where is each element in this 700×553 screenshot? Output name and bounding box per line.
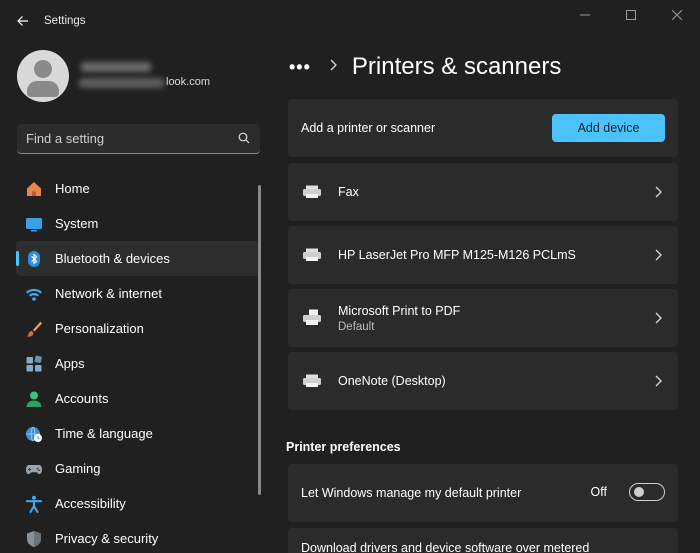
sidebar-item-time-language[interactable]: Time & language bbox=[16, 416, 260, 451]
sidebar-item-gaming[interactable]: Gaming bbox=[16, 451, 260, 486]
search-icon[interactable] bbox=[238, 132, 250, 144]
toggle-state-label: Off bbox=[590, 485, 607, 499]
avatar bbox=[17, 50, 69, 102]
sidebar-item-apps[interactable]: Apps bbox=[16, 346, 260, 381]
sidebar-nav: Home System Bluetooth & devices Network … bbox=[16, 171, 260, 553]
system-monitor-icon bbox=[25, 215, 43, 233]
paintbrush-icon bbox=[25, 320, 43, 338]
apps-icon bbox=[25, 355, 43, 373]
close-icon bbox=[672, 10, 682, 20]
user-profile[interactable]: look.com bbox=[17, 50, 211, 102]
wifi-icon bbox=[25, 285, 43, 303]
chevron-right-icon bbox=[651, 247, 665, 263]
sidebar-item-home[interactable]: Home bbox=[16, 171, 260, 206]
device-row-onenote[interactable]: OneNote (Desktop) bbox=[288, 352, 678, 410]
sidebar-item-privacy-security[interactable]: Privacy & security bbox=[16, 521, 260, 553]
default-printer-setting: Let Windows manage my default printer Of… bbox=[288, 464, 678, 522]
profile-email-suffix: look.com bbox=[166, 76, 211, 88]
back-arrow-icon bbox=[17, 16, 28, 26]
close-button[interactable] bbox=[654, 0, 700, 30]
device-row-microsoft-print-to-pdf[interactable]: Microsoft Print to PDF Default bbox=[288, 289, 678, 347]
add-printer-label: Add a printer or scanner bbox=[301, 121, 436, 135]
blurred-email bbox=[79, 78, 164, 88]
maximize-icon bbox=[626, 10, 636, 20]
person-icon bbox=[25, 390, 43, 408]
device-name: Microsoft Print to PDF bbox=[338, 303, 461, 318]
blurred-user-name bbox=[81, 62, 151, 72]
metered-download-setting[interactable]: Download drivers and device software ove… bbox=[288, 528, 678, 553]
printer-icon bbox=[302, 246, 322, 264]
device-name: HP LaserJet Pro MFP M125-M126 PCLmS bbox=[338, 248, 576, 262]
printer-icon bbox=[302, 183, 322, 201]
device-name: Fax bbox=[338, 185, 359, 199]
chevron-right-icon bbox=[329, 58, 338, 76]
minimize-icon bbox=[580, 14, 590, 16]
search-input[interactable] bbox=[17, 131, 227, 146]
metered-download-label: Download drivers and device software ove… bbox=[301, 541, 590, 553]
device-row-hp-laserjet[interactable]: HP LaserJet Pro MFP M125-M126 PCLmS bbox=[288, 226, 678, 284]
device-row-fax[interactable]: Fax bbox=[288, 163, 678, 221]
default-printer-badge: Default bbox=[338, 320, 375, 333]
gamepad-icon bbox=[25, 460, 43, 478]
printer-preferences-heading: Printer preferences bbox=[286, 440, 401, 454]
add-printer-card: Add a printer or scanner Add device bbox=[288, 99, 678, 157]
maximize-button[interactable] bbox=[608, 0, 654, 30]
pdf-printer-icon bbox=[302, 309, 322, 327]
sidebar-scrollbar[interactable] bbox=[258, 185, 261, 495]
device-name: OneNote (Desktop) bbox=[338, 374, 446, 388]
profile-text: look.com bbox=[79, 56, 211, 96]
add-device-button[interactable]: Add device bbox=[552, 114, 665, 142]
sidebar-item-personalization[interactable]: Personalization bbox=[16, 311, 260, 346]
main-content: ••• Printers & scanners Add a printer or… bbox=[272, 42, 700, 553]
sidebar-item-accounts[interactable]: Accounts bbox=[16, 381, 260, 416]
sidebar-item-system[interactable]: System bbox=[16, 206, 260, 241]
accessibility-icon bbox=[25, 495, 43, 513]
globe-clock-icon bbox=[25, 425, 43, 443]
sidebar: look.com Home System Bluetooth & devices bbox=[0, 42, 272, 553]
chevron-right-icon bbox=[651, 184, 665, 200]
sidebar-item-bluetooth-devices[interactable]: Bluetooth & devices bbox=[16, 241, 260, 276]
default-printer-label: Let Windows manage my default printer bbox=[301, 486, 522, 500]
app-title: Settings bbox=[44, 15, 86, 27]
home-icon bbox=[25, 180, 43, 198]
title-bar: Settings bbox=[0, 0, 700, 42]
default-printer-toggle[interactable] bbox=[629, 483, 665, 501]
chevron-right-icon bbox=[651, 373, 665, 389]
minimize-button[interactable] bbox=[562, 0, 608, 30]
sidebar-item-accessibility[interactable]: Accessibility bbox=[16, 486, 260, 521]
bluetooth-icon bbox=[25, 250, 43, 268]
search-box[interactable] bbox=[17, 124, 260, 154]
window-controls bbox=[562, 0, 700, 30]
breadcrumb-more-button[interactable]: ••• bbox=[289, 57, 311, 78]
shield-icon bbox=[25, 530, 43, 548]
breadcrumb: ••• Printers & scanners bbox=[289, 50, 561, 84]
sidebar-item-network-internet[interactable]: Network & internet bbox=[16, 276, 260, 311]
printer-icon bbox=[302, 372, 322, 390]
back-button[interactable] bbox=[9, 7, 37, 35]
chevron-right-icon bbox=[651, 310, 665, 326]
page-title: Printers & scanners bbox=[351, 53, 562, 80]
